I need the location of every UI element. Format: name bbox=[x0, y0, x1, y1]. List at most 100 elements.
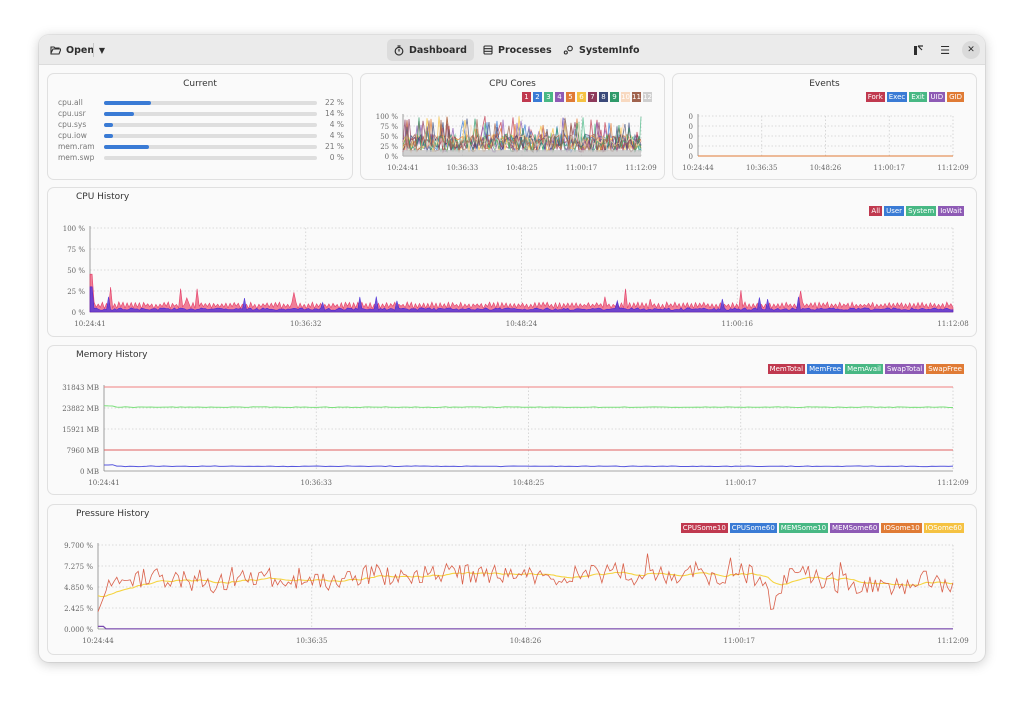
tab-systeminfo-label: SystemInfo bbox=[579, 44, 640, 56]
y-tick-label: 100 % bbox=[376, 113, 399, 121]
metric-value: 22 % bbox=[324, 98, 344, 107]
y-tick-label: 7.275 % bbox=[64, 563, 93, 571]
metric-value: 21 % bbox=[324, 142, 344, 151]
list-icon bbox=[483, 45, 493, 55]
sidebar-toggle-button[interactable] bbox=[909, 41, 927, 59]
current-title: Current bbox=[183, 79, 217, 89]
metric-label: mem.ram bbox=[58, 142, 95, 151]
current-row-cpu-sys: cpu.sys 4 % bbox=[58, 120, 348, 131]
y-tick-label: 0.000 % bbox=[64, 626, 93, 634]
app-window: Open ▼ Dashboard Processes SystemInfo ☰ … bbox=[39, 35, 985, 662]
metric-value: 4 % bbox=[329, 131, 344, 140]
y-tick-label: 75 % bbox=[380, 123, 398, 131]
metric-label: cpu.usr bbox=[58, 109, 86, 118]
x-tick-label: 11:12:09 bbox=[937, 479, 968, 487]
events-card: Events Fork Exec Exit UID GID 0 0 0 0 0 10:24:44 1… bbox=[672, 73, 977, 180]
x-tick-label: 11:12:09 bbox=[625, 164, 656, 172]
folder-open-icon bbox=[50, 46, 61, 55]
y-tick-label: 100 % bbox=[63, 225, 86, 233]
y-tick-label: 0 bbox=[689, 123, 693, 131]
x-tick-label: 10:48:25 bbox=[506, 164, 537, 172]
x-tick-label: 10:48:24 bbox=[506, 320, 538, 328]
y-tick-label: 0 MB bbox=[80, 468, 99, 476]
x-tick-label: 10:48:26 bbox=[810, 164, 842, 172]
open-label: Open bbox=[66, 44, 95, 56]
cpu-cores-chart: 100 % 75 % 50 % 25 % 0 % 10:24:41 10:36:33 10:4… bbox=[376, 113, 657, 172]
metric-bar bbox=[104, 112, 317, 116]
tab-processes[interactable]: Processes bbox=[476, 39, 559, 61]
y-tick-label: 4.850 % bbox=[64, 584, 93, 592]
x-tick-label: 10:24:44 bbox=[82, 637, 114, 645]
x-tick-label: 10:36:33 bbox=[301, 479, 332, 487]
metric-label: mem.swp bbox=[58, 153, 95, 162]
y-tick-label: 0 % bbox=[385, 153, 399, 161]
x-tick-label: 10:36:35 bbox=[296, 637, 327, 645]
tab-systeminfo[interactable]: SystemInfo bbox=[556, 39, 647, 61]
metric-value: 0 % bbox=[329, 153, 344, 162]
series-area-core-12 bbox=[403, 150, 641, 156]
y-tick-label: 0 bbox=[689, 113, 693, 121]
current-row-mem-swp: mem.swp 0 % bbox=[58, 153, 348, 164]
y-tick-label: 0 % bbox=[72, 309, 86, 317]
open-separator bbox=[93, 43, 94, 57]
metric-bar-fill bbox=[104, 145, 149, 149]
y-tick-label: 31843 MB bbox=[62, 384, 99, 392]
x-tick-label: 11:00:16 bbox=[722, 320, 754, 328]
metric-bar bbox=[104, 123, 317, 127]
panel-icon bbox=[913, 44, 923, 55]
tab-dashboard[interactable]: Dashboard bbox=[387, 39, 474, 61]
cpu-cores-card: CPU Cores 1 2 3 4 5 6 7 8 9 10 11 12 100 % 75 % 50 % 2… bbox=[360, 73, 665, 180]
current-card: Current cpu.all 22 % cpu.usr 14 % cpu.sys 4 %… bbox=[47, 73, 353, 180]
y-tick-label: 25 % bbox=[380, 143, 398, 151]
y-tick-label: 50 % bbox=[67, 267, 85, 275]
cpu-history-card: CPU History All User System IoWait 100 % 75 … bbox=[47, 187, 977, 337]
metric-bar bbox=[104, 134, 317, 138]
y-tick-label: 0 bbox=[689, 133, 693, 141]
metric-label: cpu.iow bbox=[58, 131, 87, 140]
x-tick-label: 10:48:26 bbox=[510, 637, 542, 645]
metric-bar-fill bbox=[104, 123, 113, 127]
tab-dashboard-label: Dashboard bbox=[409, 44, 467, 56]
x-tick-label: 10:48:25 bbox=[513, 479, 544, 487]
current-row-cpu-all: cpu.all 22 % bbox=[58, 98, 348, 109]
metric-label: cpu.sys bbox=[58, 120, 87, 129]
y-tick-label: 23882 MB bbox=[62, 405, 99, 413]
y-tick-label: 75 % bbox=[67, 246, 85, 254]
cpu-history-chart: 100 % 75 % 50 % 25 % 0 % 10:24:41 10:36:32 10:4… bbox=[63, 225, 969, 328]
x-tick-label: 10:24:44 bbox=[682, 164, 714, 172]
x-tick-label: 11:12:09 bbox=[937, 164, 968, 172]
current-row-cpu-iow: cpu.iow 4 % bbox=[58, 131, 348, 142]
y-tick-label: 15921 MB bbox=[62, 426, 99, 434]
y-tick-label: 0 bbox=[689, 143, 693, 151]
close-button[interactable]: ✕ bbox=[962, 41, 980, 59]
current-row-mem-ram: mem.ram 21 % bbox=[58, 142, 348, 153]
x-tick-label: 11:12:08 bbox=[937, 320, 968, 328]
close-icon: ✕ bbox=[967, 45, 975, 55]
pressure-history-card: Pressure History CPUSome10 CPUSome60 MEMSo… bbox=[47, 504, 977, 655]
metric-bar bbox=[104, 156, 317, 160]
y-tick-label: 0 bbox=[689, 153, 693, 161]
stopwatch-icon bbox=[394, 44, 404, 56]
x-tick-label: 10:36:35 bbox=[746, 164, 777, 172]
metric-value: 14 % bbox=[324, 109, 344, 118]
open-menu-dropdown[interactable]: ▼ bbox=[95, 39, 109, 61]
memory-history-card: Memory History MemTotal MemFree MemAvail Sw… bbox=[47, 345, 977, 495]
current-row-cpu-usr: cpu.usr 14 % bbox=[58, 109, 348, 120]
chevron-down-icon: ▼ bbox=[98, 45, 106, 55]
metric-bar-fill bbox=[104, 134, 113, 138]
x-tick-label: 10:24:41 bbox=[88, 479, 119, 487]
x-tick-label: 11:12:09 bbox=[937, 637, 968, 645]
x-tick-label: 11:00:17 bbox=[724, 637, 755, 645]
x-tick-label: 10:24:41 bbox=[74, 320, 105, 328]
main-menu-button[interactable]: ☰ bbox=[936, 41, 954, 59]
series-area-all bbox=[89, 273, 954, 313]
y-tick-label: 9.700 % bbox=[64, 542, 93, 550]
metric-bar bbox=[104, 145, 317, 149]
x-tick-label: 10:36:32 bbox=[290, 320, 321, 328]
memory-history-chart: 31843 MB 23882 MB 15921 MB 7960 MB 0 MB 10:24… bbox=[62, 384, 969, 487]
metric-bar bbox=[104, 101, 317, 105]
metric-bar-fill bbox=[104, 101, 151, 105]
tab-processes-label: Processes bbox=[498, 44, 552, 56]
y-tick-label: 50 % bbox=[380, 133, 398, 141]
events-chart: 0 0 0 0 0 10:24:44 10:36:35 10:48:26 11:00:17 11:… bbox=[682, 113, 968, 172]
